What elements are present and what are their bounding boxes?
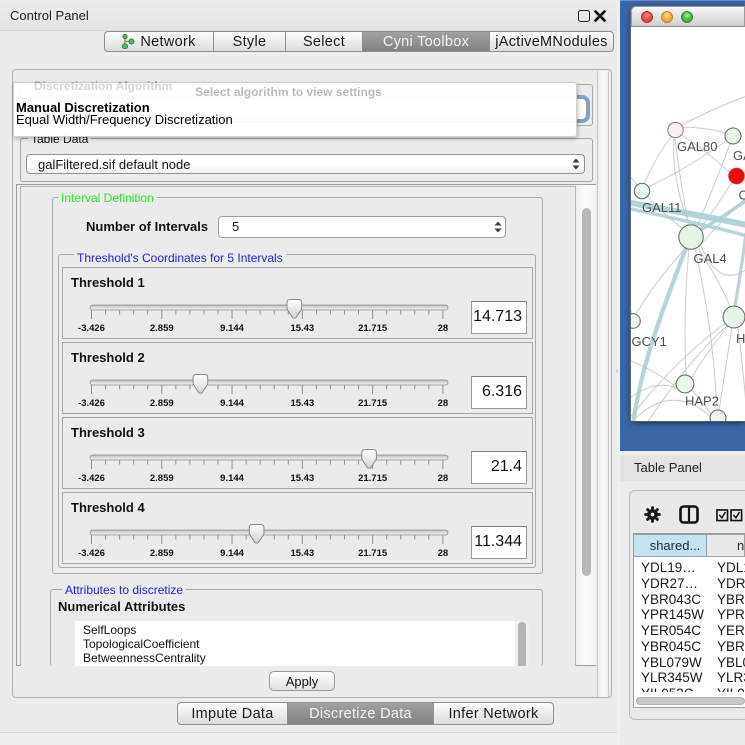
svg-text:15.43: 15.43 bbox=[290, 548, 314, 559]
svg-text:9.144: 9.144 bbox=[220, 398, 244, 409]
svg-text:2.859: 2.859 bbox=[150, 323, 174, 334]
svg-text:9.144: 9.144 bbox=[220, 473, 244, 484]
svg-text:GAL4: GAL4 bbox=[694, 251, 727, 266]
svg-text:15.43: 15.43 bbox=[290, 323, 314, 334]
svg-text:15.43: 15.43 bbox=[290, 398, 314, 409]
svg-text:21.715: 21.715 bbox=[358, 473, 388, 484]
svg-text:GCY1: GCY1 bbox=[632, 334, 667, 349]
svg-text:GAL80: GAL80 bbox=[677, 139, 717, 154]
svg-text:28: 28 bbox=[438, 323, 449, 334]
svg-text:9.144: 9.144 bbox=[220, 548, 244, 559]
svg-text:15.43: 15.43 bbox=[290, 473, 314, 484]
svg-text:GA: GA bbox=[733, 148, 745, 163]
svg-text:21.715: 21.715 bbox=[358, 398, 388, 409]
svg-text:2.859: 2.859 bbox=[150, 548, 174, 559]
svg-text:C: C bbox=[739, 188, 745, 203]
svg-text:28: 28 bbox=[438, 473, 449, 484]
svg-text:2.859: 2.859 bbox=[150, 473, 174, 484]
svg-text:-3.426: -3.426 bbox=[78, 473, 105, 484]
svg-text:-3.426: -3.426 bbox=[78, 323, 105, 334]
svg-text:28: 28 bbox=[438, 548, 449, 559]
svg-text:GAL11: GAL11 bbox=[642, 200, 682, 215]
svg-text:HAP2: HAP2 bbox=[685, 394, 719, 409]
svg-text:9.144: 9.144 bbox=[220, 323, 244, 334]
svg-text:-3.426: -3.426 bbox=[78, 398, 105, 409]
svg-text:21.715: 21.715 bbox=[358, 548, 388, 559]
svg-text:21.715: 21.715 bbox=[358, 323, 388, 334]
svg-text:2.859: 2.859 bbox=[150, 398, 174, 409]
svg-text:28: 28 bbox=[438, 398, 449, 409]
svg-text:H: H bbox=[736, 331, 745, 346]
svg-text:-3.426: -3.426 bbox=[78, 548, 105, 559]
